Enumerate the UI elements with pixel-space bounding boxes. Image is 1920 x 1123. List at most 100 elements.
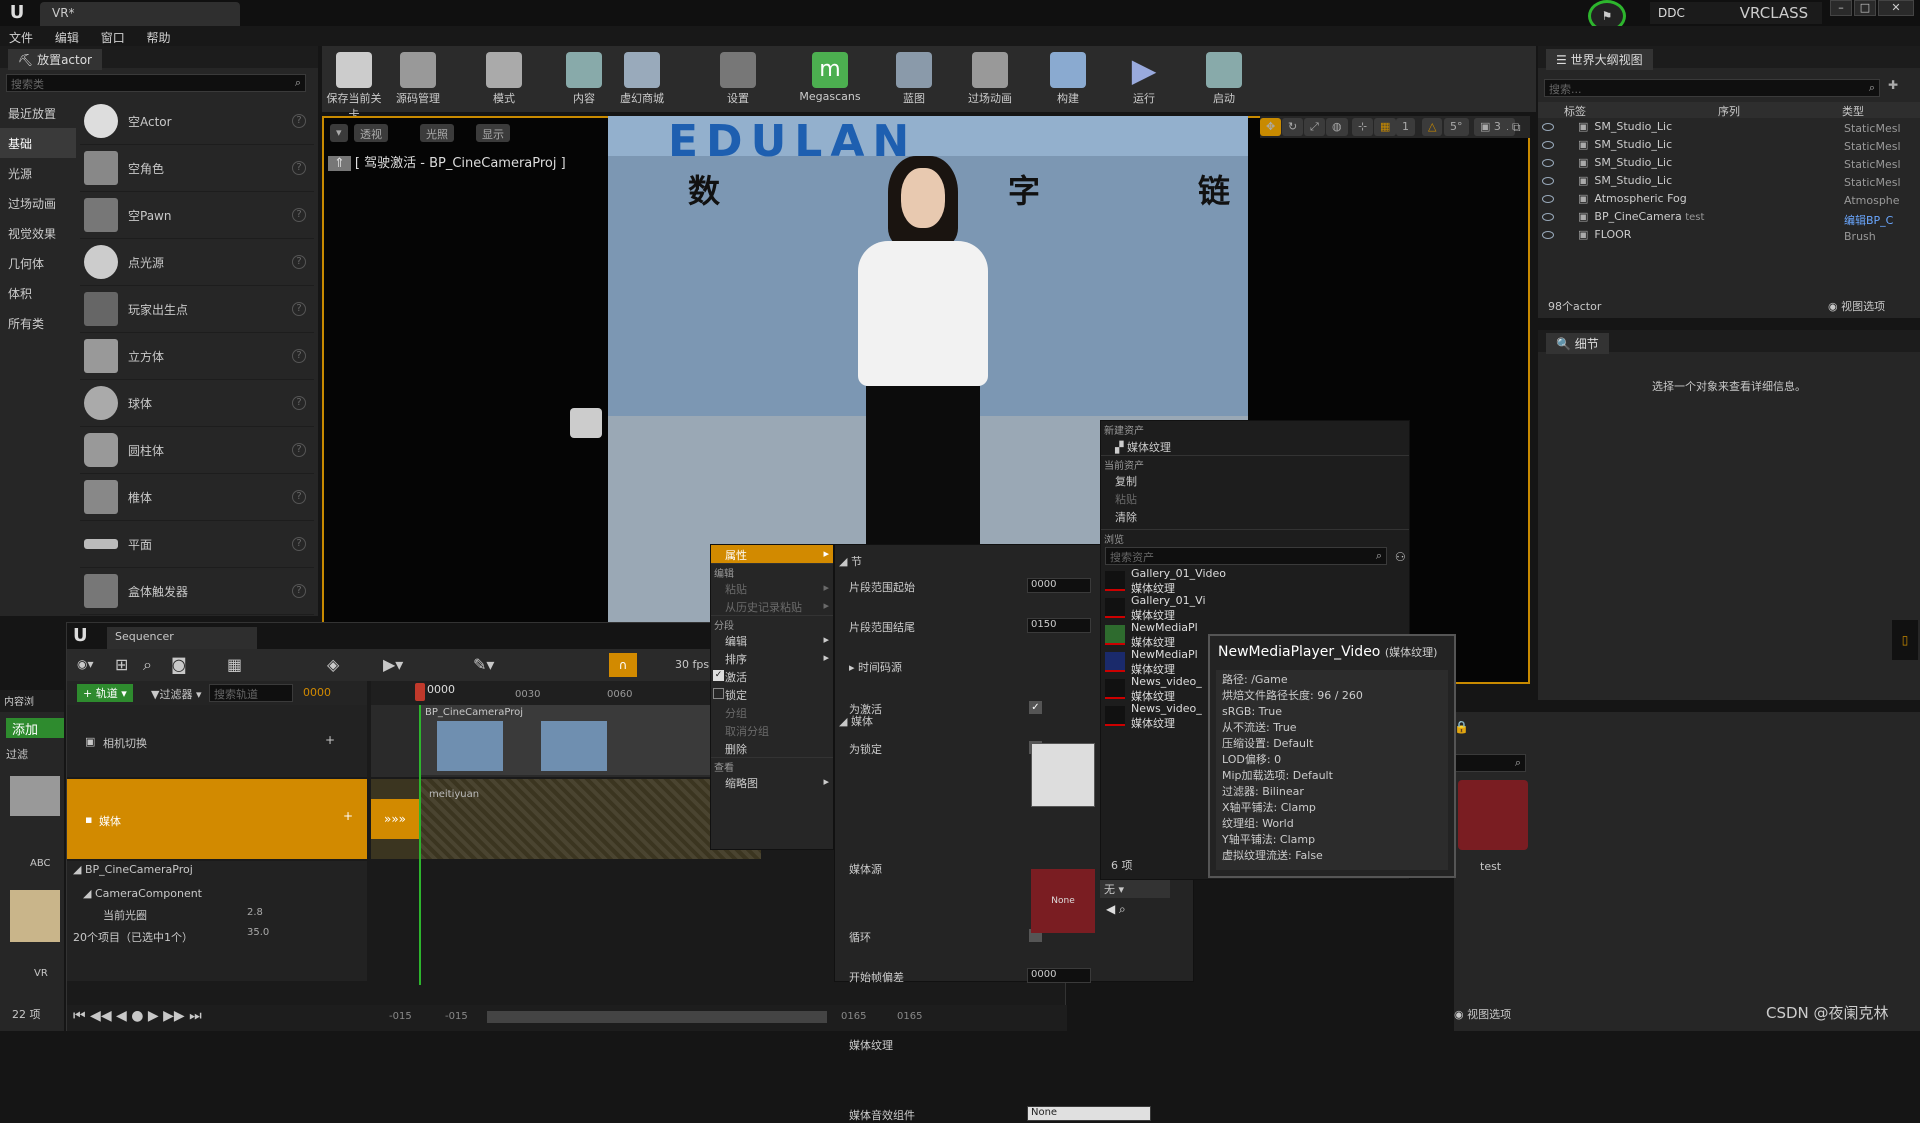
context-menu-item[interactable]: 分组	[711, 703, 833, 721]
context-menu-item[interactable]: 编辑 ▸	[711, 631, 833, 649]
outliner-search-input[interactable]: 搜索... ⌕	[1544, 79, 1880, 97]
visibility-eye-icon[interactable]	[1542, 195, 1554, 203]
viewport-options-button[interactable]: ▾	[330, 124, 348, 142]
category-volumes[interactable]: 体积	[0, 278, 76, 308]
paste-item[interactable]: 粘贴	[1101, 489, 1409, 507]
actor-item-player-start[interactable]: 玩家出生点?	[80, 286, 314, 333]
minimize-button[interactable]: –	[1830, 0, 1852, 16]
outliner-row[interactable]: ▣ SM_Studio_Lic StaticMesl	[1538, 174, 1916, 192]
class-search-input[interactable]: 搜索类 ⌕	[6, 74, 306, 92]
build-button[interactable]: 构建	[1036, 46, 1100, 106]
context-menu-item[interactable]: 粘贴 ▸	[711, 579, 833, 597]
help-icon[interactable]: ?	[292, 114, 306, 128]
context-menu-item[interactable]: 从历史记录粘贴 ▸	[711, 597, 833, 615]
place-actors-tab[interactable]: ⛏ 放置actor	[8, 49, 102, 70]
actor-item-plane[interactable]: 平面?	[80, 521, 314, 568]
context-menu-item[interactable]: 缩略图 ▸	[711, 773, 833, 791]
camera-actor-icon[interactable]	[570, 408, 602, 438]
grid-snap-icon[interactable]: ▦	[1374, 118, 1397, 136]
add-track-button[interactable]: + 轨道 ▾	[77, 684, 133, 702]
none-selector[interactable]: 无 ▾	[1100, 880, 1170, 898]
context-menu-item[interactable]: 取消分组	[711, 721, 833, 739]
outliner-row[interactable]: ▣ SM_Studio_Lic StaticMesl	[1538, 156, 1916, 174]
right-search-input[interactable]: ⌕	[1454, 754, 1526, 772]
use-selected-icon[interactable]: ◀ ⌕	[1106, 902, 1126, 917]
aperture-value[interactable]: 2.8	[247, 907, 263, 918]
close-button[interactable]: ✕	[1878, 0, 1914, 16]
content-browser-tab[interactable]: 内容浏	[0, 690, 64, 712]
actor-item-cone[interactable]: 椎体?	[80, 474, 314, 521]
sequencer-tab[interactable]: Sequencer	[107, 627, 257, 649]
lit-button[interactable]: 光照	[420, 124, 454, 142]
context-menu-item[interactable]: ✓ 激活	[711, 667, 833, 685]
camera-cut-track[interactable]: ▣ 相机切换 +	[67, 705, 367, 777]
category-basic[interactable]: 基础	[0, 128, 76, 158]
current-frame[interactable]: 0000	[303, 686, 331, 699]
play-button[interactable]: ▶ 运行	[1112, 46, 1176, 106]
help-icon[interactable]: ?	[292, 443, 306, 457]
marketplace-button[interactable]: 虚幻商城	[610, 46, 674, 106]
copy-item[interactable]: 复制	[1101, 471, 1409, 489]
source-control-button[interactable]: 源码管理	[386, 46, 450, 106]
curve-icon[interactable]: ✎▾	[473, 655, 494, 674]
camera-speed-value[interactable]: ▣ 3	[1474, 118, 1507, 136]
map-asset-thumb[interactable]	[10, 890, 60, 942]
rotation-snap-icon[interactable]: △	[1422, 118, 1443, 136]
outliner-tab[interactable]: ☰ 世界大纲视图	[1546, 49, 1653, 70]
filter-button[interactable]: ▼过滤器 ▾	[151, 686, 202, 702]
scale-tool-icon[interactable]: ⤢	[1304, 118, 1325, 136]
column-type[interactable]: 类型	[1842, 103, 1864, 119]
help-icon[interactable]: ?	[292, 396, 306, 410]
outliner-row[interactable]: ▣ SM_Studio_Lic StaticMesl	[1538, 120, 1916, 138]
range-scrollbar[interactable]	[487, 1011, 827, 1023]
settings-button[interactable]: 设置	[706, 46, 770, 106]
asset-search-input[interactable]: 搜索资产 ⌕	[1105, 547, 1387, 565]
add-new-button[interactable]: 添加	[6, 718, 64, 738]
modes-button[interactable]: 模式	[472, 46, 536, 106]
help-icon[interactable]: ?	[292, 161, 306, 175]
help-icon[interactable]: ?	[292, 255, 306, 269]
outliner-row[interactable]: ▣ BP_CineCamera test 编辑BP_C	[1538, 210, 1916, 228]
add-actor-icon[interactable]: ✚	[1888, 78, 1898, 92]
play-options-icon[interactable]: ▶▾	[383, 655, 403, 674]
media-track[interactable]: ▪ 媒体 +	[67, 779, 367, 859]
category-geometry[interactable]: 几何体	[0, 248, 76, 278]
surface-snap-icon[interactable]: ⊹	[1352, 118, 1374, 136]
grid-size-value[interactable]: 1	[1396, 118, 1415, 136]
add-media-icon[interactable]: +	[343, 809, 353, 823]
new-media-texture-item[interactable]: ▞ 媒体纹理	[1101, 437, 1409, 455]
details-tab[interactable]: 🔍 细节	[1546, 333, 1609, 354]
find-asset-icon[interactable]: ⌕	[143, 655, 152, 675]
ddc-button[interactable]: DDC	[1650, 2, 1730, 24]
playhead[interactable]	[415, 683, 425, 701]
help-icon[interactable]: ?	[292, 490, 306, 504]
visibility-eye-icon[interactable]	[1542, 123, 1554, 131]
category-cinematic[interactable]: 过场动画	[0, 188, 76, 218]
aperture-track[interactable]: 当前光圈	[103, 907, 147, 923]
asset-item[interactable]: Gallery_01_Vi 媒体纹理	[1101, 594, 1409, 622]
actor-item-empty-pawn[interactable]: 空Pawn?	[80, 192, 314, 239]
maximize-button[interactable]: □	[1854, 0, 1876, 16]
actor-item-sphere[interactable]: 球体?	[80, 380, 314, 427]
move-tool-icon[interactable]: ✥	[1260, 118, 1282, 136]
focal-value[interactable]: 35.0	[247, 927, 269, 938]
asset-item[interactable]: Gallery_01_Video 媒体纹理	[1101, 567, 1409, 595]
actor-item-cylinder[interactable]: 圆柱体?	[80, 427, 314, 474]
person-icon[interactable]: ⚇	[1395, 550, 1406, 564]
project-tab[interactable]: VR*	[40, 2, 240, 26]
active-checkbox[interactable]: ✓	[1029, 701, 1042, 714]
context-menu-item[interactable]: 删除	[711, 739, 833, 757]
content-button[interactable]: 内容	[552, 46, 616, 106]
help-icon[interactable]: ?	[292, 349, 306, 363]
context-menu-item[interactable]: 属性 ▸	[711, 545, 833, 563]
save-sequence-icon[interactable]: ⊞	[115, 655, 128, 674]
clear-item[interactable]: 清除	[1101, 507, 1409, 525]
world-space-icon[interactable]: ◍	[1326, 118, 1348, 136]
category-visual-effects[interactable]: 视觉效果	[0, 218, 76, 248]
help-icon[interactable]: ?	[292, 537, 306, 551]
camera-icon[interactable]: ◙	[171, 655, 187, 674]
maximize-viewport-icon[interactable]: ⧉	[1512, 120, 1521, 135]
help-icon[interactable]: ?	[292, 584, 306, 598]
audio-select[interactable]: None	[1027, 1106, 1151, 1121]
media-source-thumb[interactable]	[1031, 743, 1095, 807]
